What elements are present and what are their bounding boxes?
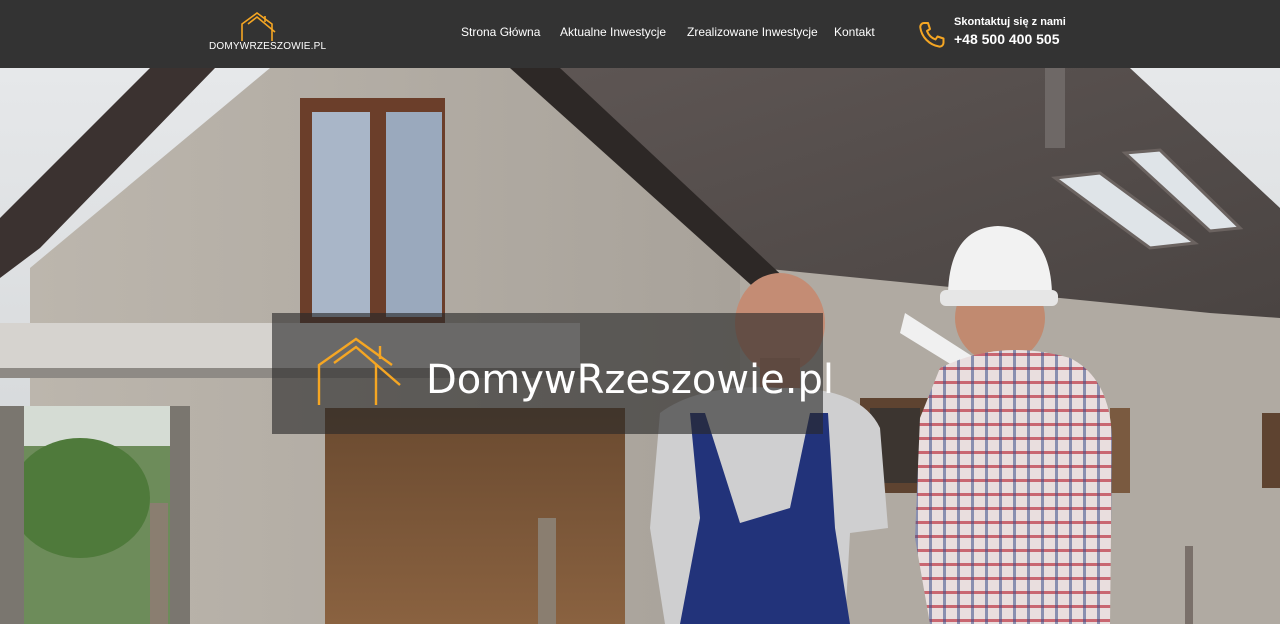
contact-cta: Skontaktuj się z nami xyxy=(954,16,1066,28)
nav-item-completed-investments[interactable]: Zrealizowane Inwestycje xyxy=(687,25,818,39)
phone-number-link[interactable]: +48 500 400 505 xyxy=(954,31,1060,47)
logo-text: DOMYWRZESZOWIE.PL xyxy=(209,41,327,52)
nav-item-current-investments[interactable]: Aktualne Inwestycje xyxy=(560,25,666,39)
site-header: DOMYWRZESZOWIE.PL Strona Główna Aktualne… xyxy=(0,0,1280,68)
header-contact[interactable]: Skontaktuj się z nami +48 500 400 505 xyxy=(917,14,1087,54)
nav-item-home[interactable]: Strona Główna xyxy=(461,25,540,39)
nav-item-contact[interactable]: Kontakt xyxy=(834,25,875,39)
site-logo[interactable]: DOMYWRZESZOWIE.PL xyxy=(209,12,326,56)
house-logo-icon xyxy=(317,337,401,405)
hero-title: DomywRzeszowie.pl xyxy=(426,357,834,403)
hero-section: DomywRzeszowie.pl xyxy=(0,68,1280,624)
house-logo-icon xyxy=(241,12,276,41)
phone-icon xyxy=(919,22,945,48)
hero-banner: DomywRzeszowie.pl xyxy=(272,313,834,434)
